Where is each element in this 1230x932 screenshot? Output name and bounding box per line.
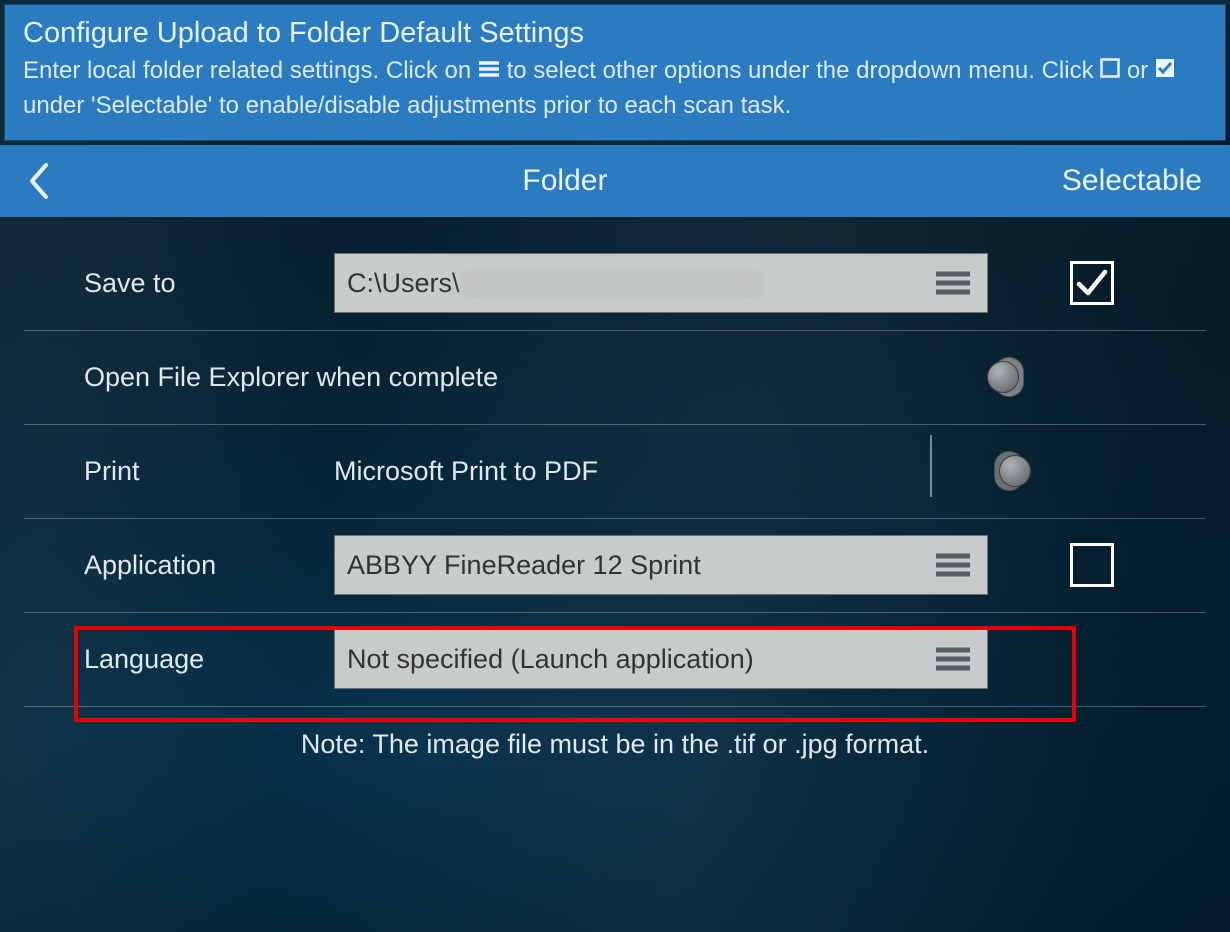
- desc-text-1: Enter local folder related settings. Cli…: [23, 57, 478, 84]
- row-open-explorer: Open File Explorer when complete: [24, 331, 1206, 425]
- desc-text-4: under 'Selectable' to enable/disable adj…: [23, 92, 791, 119]
- title-bar: Folder Selectable: [0, 145, 1230, 217]
- application-selectable-checkbox[interactable]: [1070, 543, 1114, 587]
- checkbox-empty-icon: [1100, 54, 1120, 89]
- back-button[interactable]: [28, 163, 68, 199]
- language-dropdown[interactable]: Not specified (Launch application): [334, 629, 988, 689]
- save-to-selectable-checkbox[interactable]: [1070, 261, 1114, 305]
- hamburger-icon: [931, 645, 975, 673]
- application-value: ABBYY FineReader 12 Sprint: [347, 550, 931, 581]
- row-application: Application ABBYY FineReader 12 Sprint: [24, 519, 1206, 613]
- save-to-value: C:\Users\: [347, 268, 931, 299]
- application-dropdown[interactable]: ABBYY FineReader 12 Sprint: [334, 535, 988, 595]
- toggle-knob: [999, 455, 1031, 487]
- hamburger-icon: [478, 54, 500, 89]
- chevron-left-icon: [28, 163, 50, 199]
- selectable-column-header: Selectable: [1062, 164, 1202, 198]
- instruction-panel: Configure Upload to Folder Default Setti…: [4, 4, 1226, 141]
- footer-note: Note: The image file must be in the .tif…: [24, 707, 1206, 760]
- language-value: Not specified (Launch application): [347, 644, 931, 675]
- hamburger-icon: [931, 269, 975, 297]
- check-icon: [1074, 265, 1110, 301]
- panel-description: Enter local folder related settings. Cli…: [23, 54, 1207, 124]
- panel-title: Configure Upload to Folder Default Setti…: [23, 17, 1207, 50]
- row-language: Language Not specified (Launch applicati…: [24, 613, 1206, 707]
- desc-text-2: to select other options under the dropdo…: [507, 57, 1101, 84]
- label-open-explorer: Open File Explorer when complete: [24, 362, 994, 393]
- checkbox-checked-icon: [1155, 54, 1175, 89]
- save-to-path-prefix: C:\Users\: [347, 268, 460, 298]
- label-language: Language: [24, 644, 334, 675]
- open-explorer-toggle[interactable]: [994, 357, 1024, 397]
- vertical-divider: [930, 435, 932, 497]
- settings-list: Save to C:\Users\ Open File Explorer: [0, 217, 1230, 760]
- hamburger-icon: [931, 551, 975, 579]
- print-toggle[interactable]: [994, 451, 1024, 491]
- desc-text-3: or: [1127, 57, 1155, 84]
- row-print: Print Microsoft Print to PDF: [24, 425, 1206, 519]
- label-print: Print: [24, 456, 334, 487]
- label-application: Application: [24, 550, 334, 581]
- print-value: Microsoft Print to PDF: [334, 456, 994, 487]
- redacted-path: [462, 271, 762, 299]
- label-save-to: Save to: [24, 268, 334, 299]
- row-save-to: Save to C:\Users\: [24, 237, 1206, 331]
- page-title: Folder: [68, 164, 1062, 198]
- toggle-knob: [987, 361, 1019, 393]
- save-to-dropdown[interactable]: C:\Users\: [334, 253, 988, 313]
